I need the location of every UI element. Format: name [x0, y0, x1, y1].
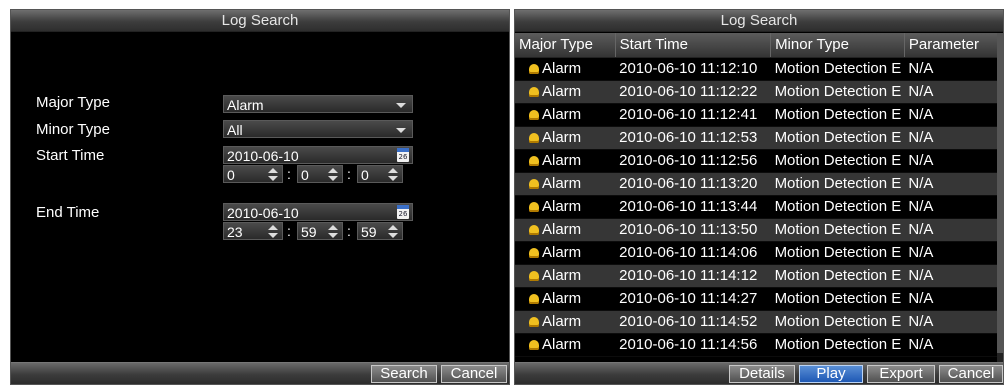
table-row[interactable]: Alarm 2010-06-10 11:13:44 Motion Detection…: [515, 195, 1003, 219]
table-row[interactable]: Alarm 2010-06-10 11:13:20 Motion Detection…: [515, 172, 1003, 196]
column-header-start-time[interactable]: Start Time: [615, 33, 772, 58]
end-date-value: 2010-06-10: [227, 205, 299, 221]
alarm-bell-icon: [529, 87, 539, 97]
spin-arrows-icon[interactable]: [328, 168, 338, 181]
calendar-icon[interactable]: 26: [397, 148, 409, 162]
start-date-value: 2010-06-10: [227, 148, 299, 164]
results-button-bar: Details Play Export Cancel: [515, 362, 1003, 384]
alarm-bell-icon: [529, 202, 539, 212]
end-minute-spinner[interactable]: 59: [297, 222, 343, 240]
time-separator: :: [347, 223, 351, 239]
time-separator: :: [347, 166, 351, 182]
start-time-label: Start Time: [36, 147, 105, 164]
play-button[interactable]: Play: [799, 365, 863, 383]
form-button-bar: Search Cancel: [11, 362, 509, 384]
start-second-spinner[interactable]: 0: [357, 165, 403, 183]
table-row[interactable]: Alarm 2010-06-10 11:12:41 Motion Detection…: [515, 103, 1003, 127]
time-separator: :: [287, 166, 291, 182]
calendar-icon[interactable]: 26: [397, 205, 409, 219]
spin-arrows-icon[interactable]: [268, 225, 278, 238]
panel-title: Log Search: [11, 10, 509, 32]
table-row[interactable]: Alarm 2010-06-10 11:14:52 Motion Detection…: [515, 310, 1003, 334]
column-header-minor-type[interactable]: Minor Type: [770, 33, 905, 58]
details-button[interactable]: Details: [729, 365, 795, 383]
export-button[interactable]: Export: [867, 365, 935, 383]
minor-type-label: Minor Type: [36, 121, 110, 138]
panel-title: Log Search: [515, 10, 1003, 32]
major-type-label: Major Type: [36, 94, 110, 111]
start-date-field[interactable]: 2010-06-10: [223, 146, 413, 164]
table-row[interactable]: Alarm 2010-06-10 11:12:53 Motion Detection…: [515, 126, 1003, 150]
major-type-value: Alarm: [227, 97, 264, 113]
table-row[interactable]: Alarm 2010-06-10 11:13:50 Motion Detection…: [515, 218, 1003, 242]
spin-arrows-icon[interactable]: [268, 168, 278, 181]
table-row[interactable]: Alarm 2010-06-10 11:14:12 Motion Detection…: [515, 264, 1003, 288]
column-header-parameter[interactable]: Parameter: [904, 33, 1003, 58]
alarm-bell-icon: [529, 248, 539, 258]
major-type-dropdown[interactable]: Alarm: [223, 95, 413, 113]
log-results-table: Major Type Start Time Minor Type Paramet…: [515, 33, 1003, 357]
table-row[interactable]: Alarm 2010-06-10 11:14:06 Motion Detection…: [515, 241, 1003, 265]
minor-type-value: All: [227, 122, 243, 138]
log-results-panel: Log Search Major Type Start Time Minor T…: [514, 9, 1004, 385]
table-row[interactable]: Alarm 2010-06-10 11:12:10 Motion Detection…: [515, 57, 1003, 81]
start-minute-spinner[interactable]: 0: [297, 165, 343, 183]
end-hour-spinner[interactable]: 23: [223, 222, 283, 240]
table-row[interactable]: Alarm 2010-06-10 11:12:56 Motion Detection…: [515, 149, 1003, 173]
results-scrollbar[interactable]: [997, 33, 1003, 364]
table-row[interactable]: Alarm 2010-06-10 11:12:22 Motion Detection…: [515, 80, 1003, 104]
spin-arrows-icon[interactable]: [328, 225, 338, 238]
alarm-bell-icon: [529, 110, 539, 120]
chevron-down-icon: [396, 103, 406, 108]
alarm-bell-icon: [529, 179, 539, 189]
alarm-bell-icon: [529, 64, 539, 74]
cancel-button[interactable]: Cancel: [441, 365, 507, 383]
alarm-bell-icon: [529, 133, 539, 143]
spin-arrows-icon[interactable]: [388, 225, 398, 238]
alarm-bell-icon: [529, 317, 539, 327]
alarm-bell-icon: [529, 294, 539, 304]
alarm-bell-icon: [529, 271, 539, 281]
search-form: Major Type Alarm Minor Type All Start Ti…: [11, 32, 509, 362]
alarm-bell-icon: [529, 225, 539, 235]
end-second-spinner[interactable]: 59: [357, 222, 403, 240]
spin-arrows-icon[interactable]: [388, 168, 398, 181]
table-row[interactable]: Alarm 2010-06-10 11:14:56 Motion Detection…: [515, 333, 1003, 357]
alarm-bell-icon: [529, 156, 539, 166]
minor-type-dropdown[interactable]: All: [223, 120, 413, 138]
start-hour-spinner[interactable]: 0: [223, 165, 283, 183]
log-search-form-panel: Log Search Major Type Alarm Minor Type A…: [10, 9, 510, 385]
cancel-button[interactable]: Cancel: [939, 365, 1003, 383]
end-time-label: End Time: [36, 204, 100, 221]
end-date-field[interactable]: 2010-06-10: [223, 203, 413, 221]
chevron-down-icon: [396, 128, 406, 133]
scrollbar-thumb[interactable]: [997, 33, 1003, 353]
time-separator: :: [287, 223, 291, 239]
table-row[interactable]: Alarm 2010-06-10 11:14:27 Motion Detection…: [515, 287, 1003, 311]
search-button[interactable]: Search: [371, 365, 437, 383]
column-header-major-type[interactable]: Major Type: [515, 33, 616, 58]
alarm-bell-icon: [529, 340, 539, 350]
